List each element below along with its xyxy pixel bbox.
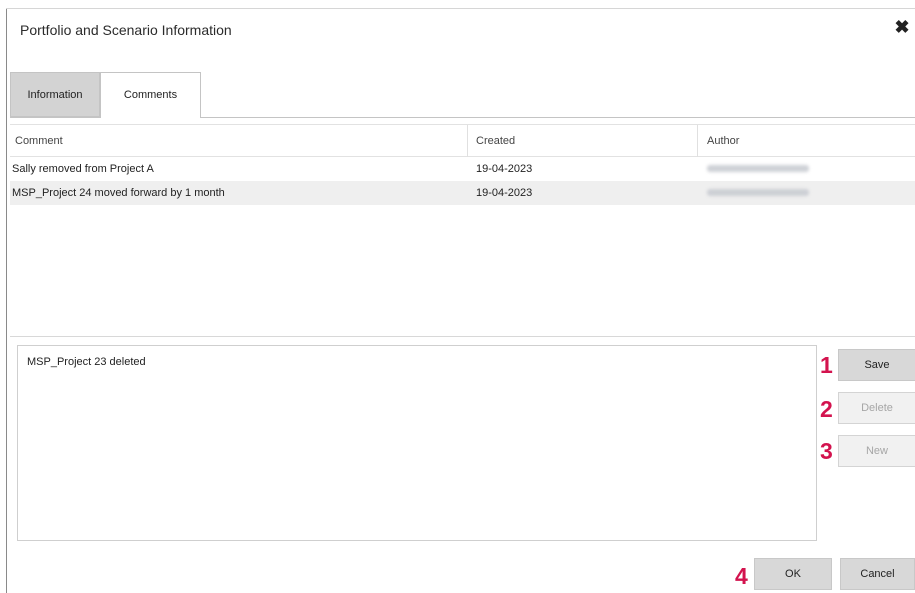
created-cell: 19-04-2023 xyxy=(476,163,533,175)
dialog-top-border xyxy=(6,8,915,9)
comments-grid: Comment Created Author Sally removed fro… xyxy=(10,124,915,205)
tab-information[interactable]: Information xyxy=(10,72,100,117)
column-header-author[interactable]: Author xyxy=(707,125,739,157)
comment-editor[interactable] xyxy=(17,345,817,541)
author-cell-redacted xyxy=(707,165,809,172)
comment-cell: Sally removed from Project A xyxy=(12,163,154,175)
callout-marker-2: 2 xyxy=(820,396,833,422)
callout-marker-3: 3 xyxy=(820,438,833,464)
grid-bottom-divider xyxy=(10,336,915,337)
save-button[interactable]: Save xyxy=(838,349,915,381)
author-cell-redacted xyxy=(707,189,809,196)
tab-comments[interactable]: Comments xyxy=(100,72,201,118)
ok-button[interactable]: OK xyxy=(754,558,832,590)
column-separator xyxy=(467,125,468,157)
callout-marker-4: 4 xyxy=(735,563,748,589)
table-row[interactable]: MSP_Project 24 moved forward by 1 month … xyxy=(10,181,915,205)
column-separator xyxy=(697,125,698,157)
grid-header: Comment Created Author xyxy=(10,124,915,157)
delete-button[interactable]: Delete xyxy=(838,392,915,424)
column-header-comment[interactable]: Comment xyxy=(15,125,63,157)
dialog-title: Portfolio and Scenario Information xyxy=(20,22,232,38)
portfolio-scenario-dialog: Portfolio and Scenario Information ✖ Inf… xyxy=(0,0,915,593)
created-cell: 19-04-2023 xyxy=(476,187,533,199)
callout-marker-1: 1 xyxy=(820,352,833,378)
comment-cell: MSP_Project 24 moved forward by 1 month xyxy=(12,187,225,199)
column-header-created[interactable]: Created xyxy=(476,125,515,157)
tab-bar: Information Comments xyxy=(10,72,915,118)
new-button[interactable]: New xyxy=(838,435,915,467)
table-row[interactable]: Sally removed from Project A 19-04-2023 xyxy=(10,157,915,181)
cancel-button[interactable]: Cancel xyxy=(840,558,915,590)
dialog-left-border xyxy=(6,8,7,593)
close-icon[interactable]: ✖ xyxy=(893,18,911,36)
